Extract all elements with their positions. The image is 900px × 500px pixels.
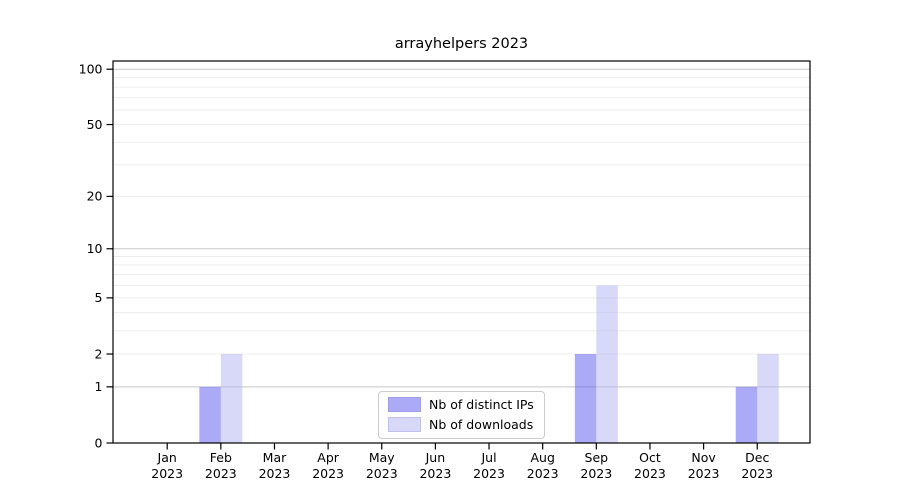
y-tick-label: 1 <box>95 379 103 394</box>
x-tick-label-year: 2023 <box>741 466 773 481</box>
x-tick-label-month: Feb <box>210 450 232 465</box>
y-tick-label: 0 <box>95 435 103 450</box>
x-tick-label-year: 2023 <box>634 466 666 481</box>
x-tick-label-month: Mar <box>263 450 287 465</box>
x-tick-label-year: 2023 <box>580 466 612 481</box>
x-tick-label-year: 2023 <box>688 466 720 481</box>
y-tick-label: 100 <box>79 61 103 76</box>
legend-label-distinct-ips: Nb of distinct IPs <box>429 397 534 412</box>
x-tick-label-year: 2023 <box>259 466 291 481</box>
x-tick-label-year: 2023 <box>473 466 505 481</box>
x-tick-label-year: 2023 <box>151 466 183 481</box>
legend-item-distinct-ips: Nb of distinct IPs <box>388 397 534 412</box>
bar-downloads-sep <box>596 285 618 443</box>
x-tick-label-month: Sep <box>585 450 609 465</box>
y-tick-label: 5 <box>95 290 103 305</box>
x-tick-label-year: 2023 <box>527 466 559 481</box>
x-tick-label-month: Aug <box>530 450 554 465</box>
legend: Nb of distinct IPs Nb of downloads <box>378 391 545 439</box>
x-tick-label-month: Jan <box>157 450 177 465</box>
x-tick-label-month: Jul <box>480 450 496 465</box>
x-tick-label-year: 2023 <box>366 466 398 481</box>
bar-distinct-ips-sep <box>575 354 597 443</box>
legend-swatch-downloads-icon <box>388 417 421 432</box>
y-tick-label: 50 <box>87 117 103 132</box>
x-tick-label-year: 2023 <box>419 466 451 481</box>
bar-distinct-ips-dec <box>736 387 758 443</box>
x-tick-label-month: Apr <box>317 450 339 465</box>
legend-item-downloads: Nb of downloads <box>388 417 534 432</box>
x-tick-label-month: Oct <box>639 450 661 465</box>
x-tick-label-month: May <box>369 450 395 465</box>
bar-distinct-ips-feb <box>199 387 221 443</box>
x-tick-label-year: 2023 <box>205 466 237 481</box>
axes-spines <box>113 61 810 443</box>
x-tick-label-year: 2023 <box>312 466 344 481</box>
bar-downloads-dec <box>757 354 779 443</box>
legend-label-downloads: Nb of downloads <box>429 417 533 432</box>
x-tick-label-month: Nov <box>691 450 716 465</box>
legend-swatch-distinct-ips-icon <box>388 397 421 412</box>
x-tick-label-month: Dec <box>745 450 769 465</box>
y-tick-label: 2 <box>95 346 103 361</box>
y-tick-label: 10 <box>87 241 103 256</box>
chart-canvas: arrayhelpers 2023 0125102050100Jan2023Fe… <box>0 0 900 500</box>
bar-downloads-feb <box>221 354 243 443</box>
x-tick-label-month: Jun <box>425 450 446 465</box>
y-tick-label: 20 <box>87 189 103 204</box>
